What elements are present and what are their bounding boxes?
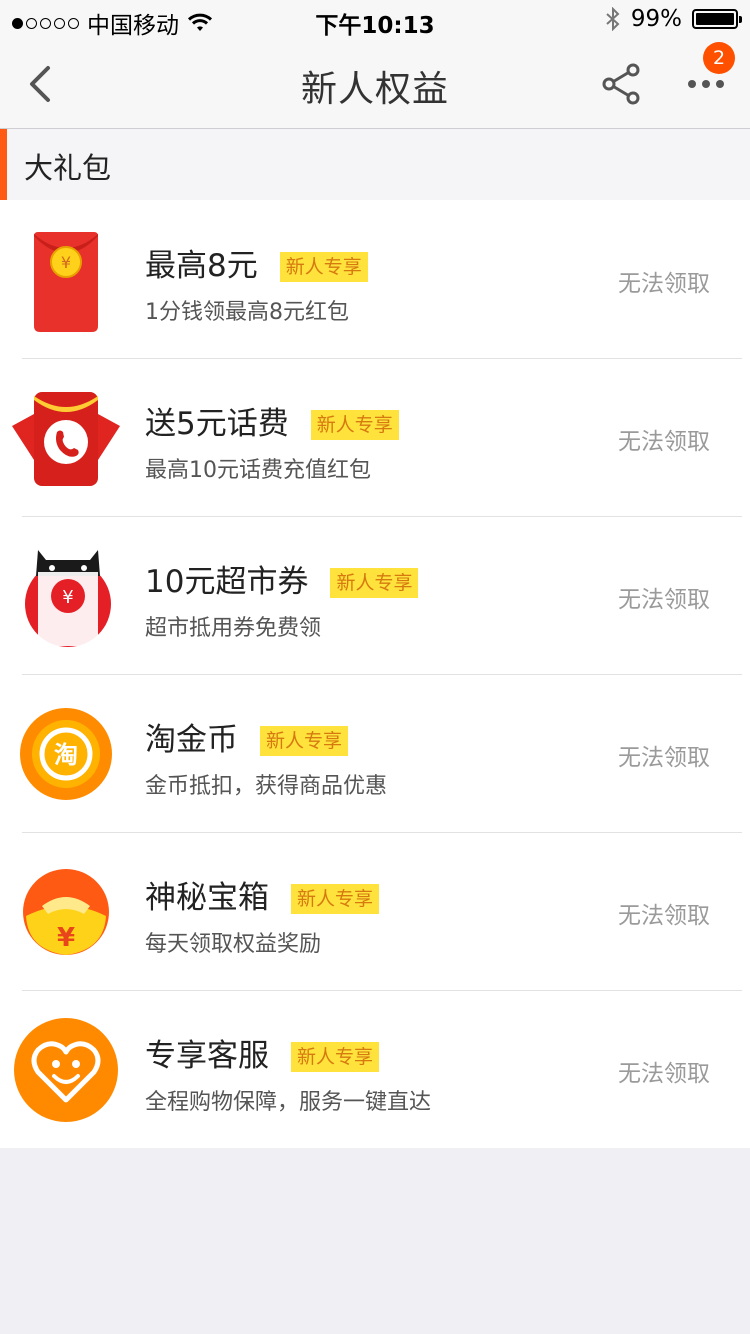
customer-service-heart-icon [14, 1018, 118, 1122]
new-user-tag: 新人专享 [260, 726, 349, 756]
item-description: 每天领取权益奖励 [145, 932, 322, 957]
claim-button[interactable]: 无法领取 [618, 1054, 710, 1088]
item-title: 送5元话费 新人专享 [145, 398, 399, 443]
battery-icon [692, 9, 742, 29]
item-description: 最高10元话费充值红包 [145, 458, 371, 483]
item-title: 最高8元 新人专享 [145, 240, 368, 285]
claim-button[interactable]: 无法领取 [618, 738, 710, 772]
item-description: 超市抵用券免费领 [145, 616, 322, 641]
claim-button[interactable]: 无法领取 [618, 264, 710, 298]
yuan-symbol: ¥ [62, 587, 73, 608]
claim-button[interactable]: 无法领取 [618, 422, 710, 456]
phone-red-envelope-icon [12, 392, 120, 486]
new-user-tag: 新人专享 [291, 884, 380, 914]
item-title-text: 神秘宝箱 [145, 880, 269, 916]
bluetooth-icon [606, 7, 620, 31]
notification-badge: 2 [703, 42, 735, 74]
treasure-box-icon: ¥ [23, 869, 109, 955]
benefits-list: ¥ 最高8元 新人专享 1分钱领最高8元红包 无法领取 送5元话费 新人专享 最高1… [0, 200, 750, 1148]
status-right: 99% [605, 6, 742, 32]
section-accent-bar [0, 129, 7, 200]
item-title-text: 专享客服 [145, 1038, 269, 1074]
claim-button[interactable]: 无法领取 [618, 896, 710, 930]
item-description: 全程购物保障，服务一键直达 [145, 1090, 432, 1115]
section-title: 大礼包 [24, 151, 112, 185]
item-title: 神秘宝箱 新人专享 [145, 872, 380, 917]
taojinbi-coin-icon: 淘 [20, 708, 112, 800]
red-envelope-icon: ¥ [34, 232, 98, 332]
item-description: 金币抵扣，获得商品优惠 [145, 774, 388, 799]
item-title-text: 10元超市券 [145, 564, 309, 600]
list-item[interactable]: 淘 淘金币 新人专享 金币抵扣，获得商品优惠 无法领取 [0, 674, 750, 832]
battery-percent: 99% [630, 6, 682, 32]
item-title: 淘金币 新人专享 [145, 714, 349, 759]
new-user-tag: 新人专享 [330, 568, 419, 598]
status-bar: 中国移动 下午10:13 99% [0, 0, 750, 40]
new-user-tag: 新人专享 [310, 410, 399, 440]
tmall-coupon-icon: ¥ [25, 550, 111, 647]
item-title: 专享客服 新人专享 [145, 1030, 380, 1075]
navigation-bar: 新人权益 2 [0, 40, 750, 129]
tao-character: 淘 [54, 741, 78, 769]
list-item[interactable]: 专享客服 新人专享 全程购物保障，服务一键直达 无法领取 [0, 990, 750, 1148]
new-user-tag: 新人专享 [291, 1042, 380, 1072]
section-header: 大礼包 [0, 129, 750, 200]
list-item[interactable]: 送5元话费 新人专享 最高10元话费充值红包 无法领取 [0, 358, 750, 516]
list-item[interactable]: ¥ 神秘宝箱 新人专享 每天领取权益奖励 无法领取 [0, 832, 750, 990]
share-icon[interactable] [600, 62, 644, 106]
item-title-text: 淘金币 [145, 722, 238, 758]
yuan-symbol: ¥ [61, 253, 71, 272]
item-title: 10元超市券 新人专享 [145, 556, 419, 601]
item-title-text: 送5元话费 [145, 406, 289, 442]
yuan-symbol: ¥ [57, 923, 75, 953]
item-description: 1分钱领最高8元红包 [145, 300, 349, 325]
new-user-tag: 新人专享 [279, 252, 368, 282]
list-item[interactable]: ¥ 最高8元 新人专享 1分钱领最高8元红包 无法领取 [0, 200, 750, 358]
list-item[interactable]: ¥ 10元超市券 新人专享 超市抵用券免费领 无法领取 [0, 516, 750, 674]
item-title-text: 最高8元 [145, 248, 258, 284]
claim-button[interactable]: 无法领取 [618, 580, 710, 614]
